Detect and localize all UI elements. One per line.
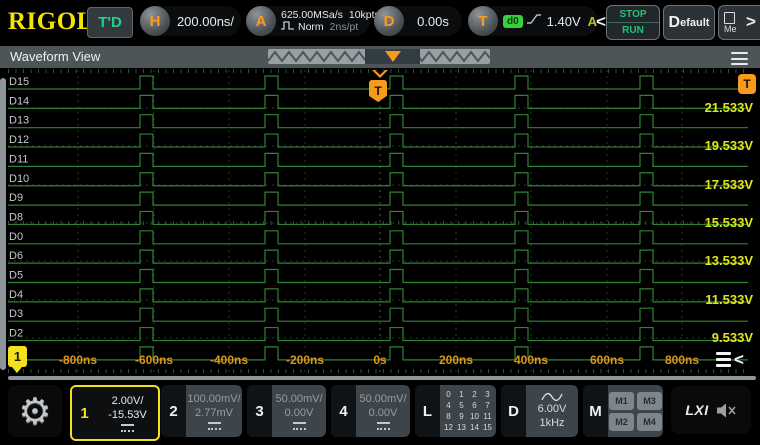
horizontal-scrollbar[interactable] [8, 376, 756, 380]
digital-trace-d8 [8, 210, 748, 226]
row-label-d9: D9 [9, 192, 23, 204]
row-label-d13: D13 [9, 115, 29, 127]
digital-trace-d13 [8, 114, 748, 129]
oscilloscope-screen: RIGOL T'D H 200.00ns/ A 625.00MSa/s 10kp… [0, 0, 760, 445]
voltage-label: 17.533V [705, 177, 754, 192]
channel2-number: 2 [161, 385, 186, 437]
channel1-offset-badge[interactable]: 1 [8, 346, 27, 373]
collapse-results-icon[interactable]: < [716, 350, 750, 370]
channel1-box[interactable]: 1 2.00V/ -15.53V [70, 385, 160, 441]
logic-analyzer-box[interactable]: L 0 1 2 3 4 5 6 7 8 9 10 11 12 13 14 15 [415, 385, 496, 437]
row-label-d2: D2 [9, 328, 23, 340]
voltage-label: 9.533V [712, 330, 754, 345]
time-label: -600ns [135, 353, 173, 367]
voltage-label: 19.533V [705, 138, 754, 153]
time-label: 600ns [590, 353, 624, 367]
channel1-offset: -15.53V [108, 409, 147, 421]
channel4-box[interactable]: 4 50.00mV/ 0.00V [331, 385, 410, 437]
utility-gear-button[interactable]: ⚙ [8, 385, 62, 437]
channel4-scale: 50.00mV/ [359, 393, 407, 405]
channel4-offset: 0.00V [368, 407, 398, 419]
logic-channel-12: 12 [444, 422, 453, 432]
channel3-number: 3 [247, 385, 272, 437]
row-label-d6: D6 [9, 250, 23, 262]
voltage-label: 21.533V [705, 100, 754, 115]
time-label: 400ns [514, 353, 548, 367]
time-label: 800ns [665, 353, 699, 367]
time-label: -200ns [286, 353, 324, 367]
logic-channel-grid: 0 1 2 3 4 5 6 7 8 9 10 11 12 13 14 15 [442, 389, 494, 433]
dc-coupling-icon [121, 424, 134, 432]
waveform-gen-box[interactable]: D 6.00V 1kHz [501, 385, 578, 437]
vertical-scrollbar[interactable] [0, 78, 6, 370]
channel4-number: 4 [331, 385, 356, 437]
row-label-d3: D3 [9, 308, 23, 320]
math-button-m2[interactable]: M2 [609, 412, 634, 431]
digital-trace-d11 [8, 152, 748, 167]
time-label: 0s [373, 353, 387, 367]
digital-trace-d4 [8, 288, 748, 303]
channel2-box[interactable]: 2 100.00mV/ 2.77mV [161, 385, 242, 437]
channel3-box[interactable]: 3 50.00mV/ 0.00V [247, 385, 326, 437]
digital-trace-d0 [8, 230, 748, 245]
time-label: -800ns [59, 353, 97, 367]
math-button-m1[interactable]: M1 [609, 391, 634, 410]
sine-wave-icon [541, 392, 563, 402]
row-label-d14: D14 [9, 95, 29, 107]
gen-amplitude: 6.00V [537, 403, 567, 415]
digital-trace-d6 [8, 249, 748, 264]
gen-frequency: 1kHz [539, 417, 565, 429]
dc-coupling-icon [292, 422, 306, 430]
gear-icon: ⚙ [18, 389, 52, 433]
digital-trace-d5 [8, 268, 748, 284]
digital-trace-d10 [8, 172, 748, 187]
voltage-label: 11.533V [705, 292, 753, 307]
row-label-d8: D8 [9, 211, 23, 223]
row-label-d4: D4 [9, 289, 23, 301]
channel3-offset: 0.00V [284, 407, 314, 419]
gen-letter: D [501, 385, 526, 437]
channel1-scale: 2.00V/ [111, 395, 144, 407]
logic-letter: L [415, 385, 440, 437]
time-label: -400ns [210, 353, 248, 367]
digital-trace-d9 [8, 191, 748, 206]
dc-coupling-icon [207, 422, 221, 430]
row-label-d11: D11 [9, 153, 28, 165]
math-letter: M [583, 385, 608, 437]
voltage-label: 13.533V [705, 253, 754, 268]
lxi-label: LXI [685, 402, 709, 418]
channel2-offset: 2.77mV [195, 407, 233, 419]
voltage-label: 15.533V [705, 215, 754, 230]
channel1-number: 1 [72, 387, 97, 439]
math-box[interactable]: M M1 M3 M2 M4 [583, 385, 663, 437]
trigger-level-badge[interactable]: T [738, 74, 756, 94]
math-button-m3[interactable]: M3 [637, 391, 662, 410]
digital-trace-d12 [8, 133, 748, 148]
digital-trace-d3 [8, 307, 748, 322]
row-label-d5: D5 [9, 270, 23, 282]
math-button-grid: M1 M3 M2 M4 [609, 391, 662, 431]
math-button-m4[interactable]: M4 [637, 412, 662, 431]
dc-coupling-icon [376, 422, 390, 430]
trigger-position-arrow-icon[interactable] [372, 70, 388, 78]
row-label-d0: D0 [9, 231, 23, 243]
digital-trace-d2 [8, 326, 748, 342]
row-label-d12: D12 [9, 134, 29, 146]
channel3-scale: 50.00mV/ [275, 393, 323, 405]
channel2-scale: 100.00mV/ [187, 393, 241, 405]
lxi-status-box[interactable]: LXI [671, 386, 751, 434]
speaker-muted-icon[interactable] [716, 403, 737, 418]
logic-channel-15: 15 [483, 422, 492, 432]
time-label: 200ns [439, 353, 473, 367]
row-label-d10: D10 [9, 173, 29, 185]
logic-channel-13: 13 [457, 422, 466, 432]
logic-channel-14: 14 [470, 422, 479, 432]
row-label-d15: D15 [9, 76, 29, 88]
